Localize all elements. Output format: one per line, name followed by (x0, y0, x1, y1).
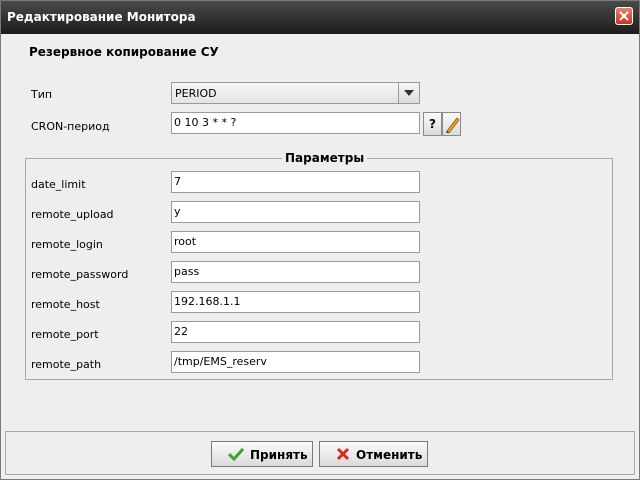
dropdown-button[interactable] (398, 83, 419, 103)
param-label: remote_host (31, 298, 100, 311)
close-button[interactable] (615, 7, 633, 25)
param-input[interactable]: 7 (171, 171, 420, 193)
chevron-down-icon (404, 90, 414, 96)
param-input[interactable]: 22 (171, 321, 420, 343)
type-select-value: PERIOD (175, 87, 217, 100)
close-icon (619, 11, 629, 21)
cron-help-button[interactable]: ? (423, 112, 442, 136)
param-input[interactable]: root (171, 231, 420, 253)
cancel-button-label: Отменить (356, 448, 423, 462)
parameters-title: Параметры (282, 151, 368, 165)
param-input[interactable]: 192.168.1.1 (171, 291, 420, 313)
pencil-icon (446, 117, 460, 133)
type-select[interactable]: PERIOD (171, 82, 420, 104)
cancel-button[interactable]: Отменить (319, 441, 428, 467)
param-label: remote_password (31, 268, 129, 281)
param-input[interactable]: pass (171, 261, 420, 283)
param-label: date_limit (31, 178, 86, 191)
param-input[interactable]: y (171, 201, 420, 223)
accept-button[interactable]: Принять (211, 441, 313, 467)
cron-input[interactable]: 0 10 3 * * ? (171, 112, 420, 134)
accept-button-label: Принять (250, 448, 308, 462)
param-label: remote_upload (31, 208, 114, 221)
param-label: remote_port (31, 328, 99, 341)
param-label: remote_path (31, 358, 102, 371)
cross-icon (336, 447, 350, 461)
cron-label: CRON-период (31, 120, 110, 133)
cron-edit-button[interactable] (442, 112, 461, 136)
checkmark-icon (228, 447, 244, 461)
param-input[interactable]: /tmp/EMS_reserv (171, 351, 420, 373)
window-title: Редактирование Монитора (7, 10, 196, 24)
section-title: Резервное копирование СУ (29, 45, 219, 59)
param-label: remote_login (31, 238, 103, 251)
title-bar: Редактирование Монитора (1, 1, 639, 34)
type-label: Тип (31, 88, 53, 101)
